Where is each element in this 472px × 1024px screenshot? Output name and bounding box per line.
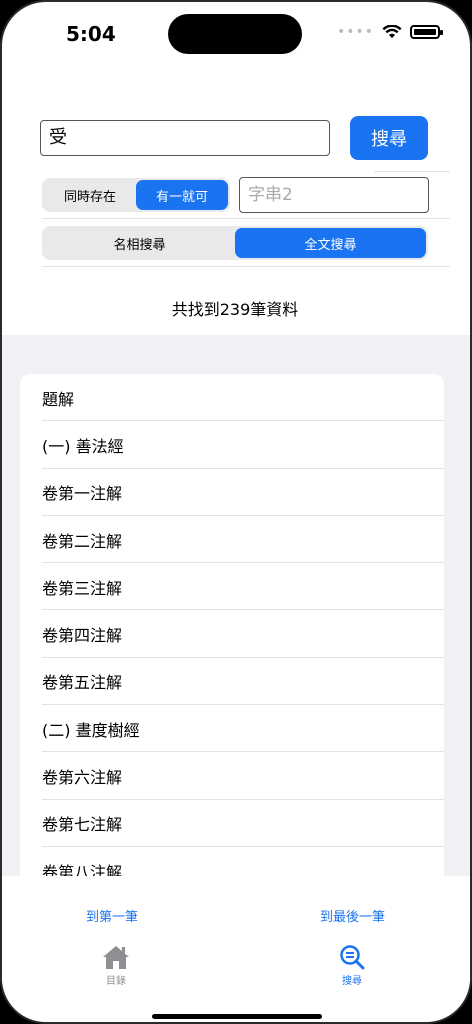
scope-option-term[interactable]: 名相搜尋 <box>44 228 235 258</box>
list-item[interactable]: 卷第二注解 <box>20 516 444 564</box>
home-icon <box>103 946 129 969</box>
search-input[interactable]: 受 <box>40 120 330 156</box>
tab-label: 目錄 <box>106 976 126 987</box>
last-record-button[interactable]: 到最後一筆 <box>320 906 385 925</box>
list-item[interactable]: (二) 晝度樹經 <box>20 705 444 753</box>
list-item[interactable]: (一) 善法經 <box>20 421 444 469</box>
results-list: 題解 (一) 善法經 卷第一注解 卷第二注解 卷第三注解 卷第四注解 卷第五注解… <box>20 374 444 894</box>
tab-contents[interactable]: 目錄 <box>76 944 156 987</box>
list-item[interactable]: 卷第一注解 <box>20 469 444 517</box>
search-scope-control[interactable]: 名相搜尋 全文搜尋 <box>42 226 428 260</box>
status-icons: •••• <box>336 24 443 40</box>
first-record-button[interactable]: 到第一筆 <box>86 906 138 925</box>
list-item[interactable]: 卷第三注解 <box>20 563 444 611</box>
mode-option-any[interactable]: 有一就可 <box>136 180 228 210</box>
result-count: 共找到239筆資料 <box>171 300 299 319</box>
bottom-bar: 到第一筆 到最後一筆 目錄 搜尋 <box>2 876 470 1022</box>
signal-icon: •••• <box>336 24 374 40</box>
list-item[interactable]: 卷第六注解 <box>20 752 444 800</box>
match-mode-control[interactable]: 同時存在 有一就可 <box>42 178 230 212</box>
dynamic-island <box>168 14 302 54</box>
phone-screen: 5:04 •••• 受 搜尋 同時存在 有一就可 字串2 名相搜尋 全文搜尋 共… <box>0 0 472 1024</box>
wifi-icon <box>382 25 402 38</box>
search-button[interactable]: 搜尋 <box>350 116 428 160</box>
list-item[interactable]: 卷第七注解 <box>20 800 444 848</box>
list-item[interactable]: 卷第五注解 <box>20 658 444 706</box>
search-icon <box>340 945 365 970</box>
tab-label: 搜尋 <box>342 976 362 987</box>
divider <box>374 171 450 172</box>
home-indicator <box>152 1014 322 1019</box>
mode-option-all[interactable]: 同時存在 <box>44 180 136 210</box>
divider <box>42 266 450 267</box>
battery-icon <box>410 25 443 39</box>
divider <box>42 218 450 219</box>
scope-option-fulltext[interactable]: 全文搜尋 <box>235 228 426 258</box>
term2-input[interactable]: 字串2 <box>239 177 429 213</box>
list-item[interactable]: 題解 <box>20 374 444 422</box>
list-item[interactable]: 卷第四注解 <box>20 610 444 659</box>
status-time: 5:04 <box>66 22 116 46</box>
tab-search[interactable]: 搜尋 <box>312 944 392 987</box>
